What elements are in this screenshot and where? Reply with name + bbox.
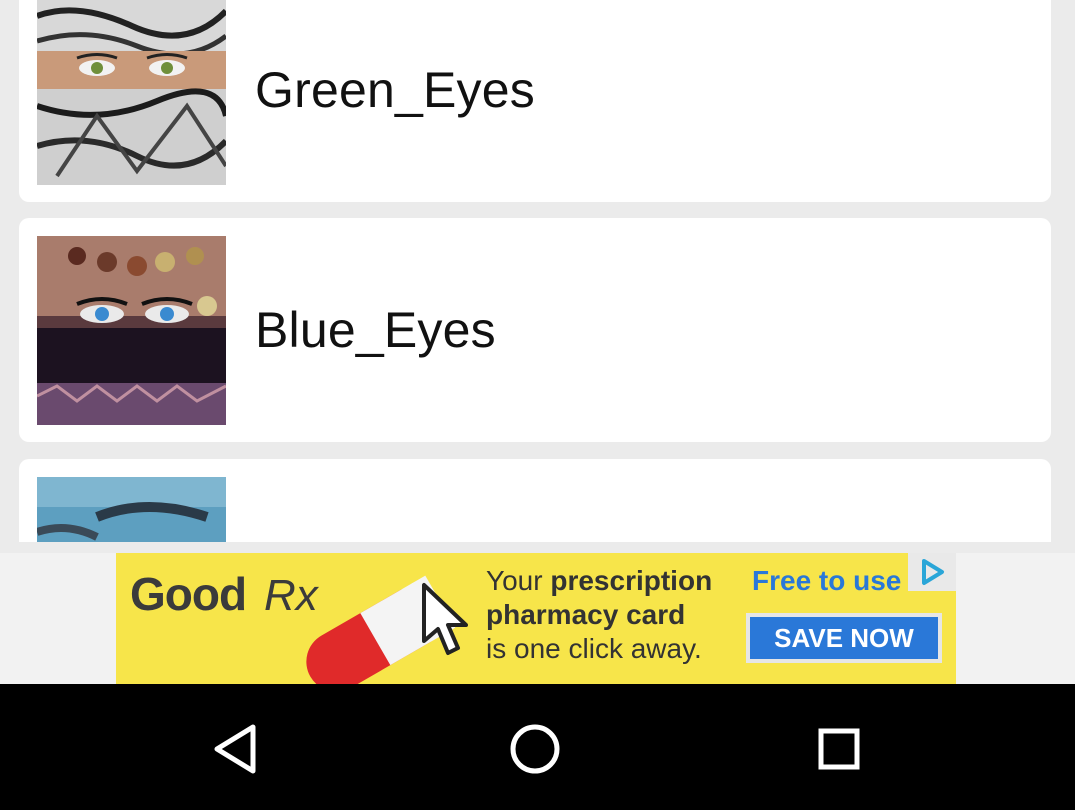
list-item-label: Green_Eyes [255, 62, 535, 118]
recents-square-icon [818, 728, 860, 770]
home-circle-icon [510, 724, 560, 774]
ad-brand-rx: Rx [264, 571, 318, 620]
ad-copy-line-1: Your prescription [486, 565, 713, 596]
back-button[interactable] [198, 714, 268, 784]
list-item-partial[interactable] [19, 459, 1051, 542]
cursor-arrow-icon [422, 583, 468, 655]
blue-eye-thumbnail [37, 477, 226, 542]
ad-banner-area: Good Rx Your prescription pharmacy card … [0, 553, 1075, 684]
play-triangle-icon [922, 559, 944, 585]
back-triangle-icon [214, 724, 256, 774]
ad-copy-line-3: is one click away. [486, 633, 702, 664]
blue-eyes-thumbnail [37, 236, 226, 425]
ad-free-text: Free to use [752, 565, 902, 596]
home-button[interactable] [500, 714, 570, 784]
adchoices-button[interactable] [908, 553, 956, 591]
ad-copy-line-2: pharmacy card [486, 599, 686, 630]
list-item-label: Blue_Eyes [255, 302, 496, 358]
list-item-blue-eyes[interactable]: Blue_Eyes [19, 218, 1051, 442]
app-screen: Green_Eyes Blue_Eyes Good Rx Your prescr… [0, 0, 1075, 810]
eye-category-list[interactable]: Green_Eyes Blue_Eyes [0, 0, 1075, 542]
system-navigation-bar [0, 684, 1075, 810]
ad-brand-name: Good [130, 568, 247, 620]
ad-save-now-button[interactable]: SAVE NOW [746, 613, 942, 663]
ad-banner[interactable]: Good Rx Your prescription pharmacy card … [116, 553, 956, 684]
recents-button[interactable] [804, 714, 874, 784]
list-item-green-eyes[interactable]: Green_Eyes [19, 0, 1051, 202]
green-eyes-thumbnail [37, 0, 226, 185]
